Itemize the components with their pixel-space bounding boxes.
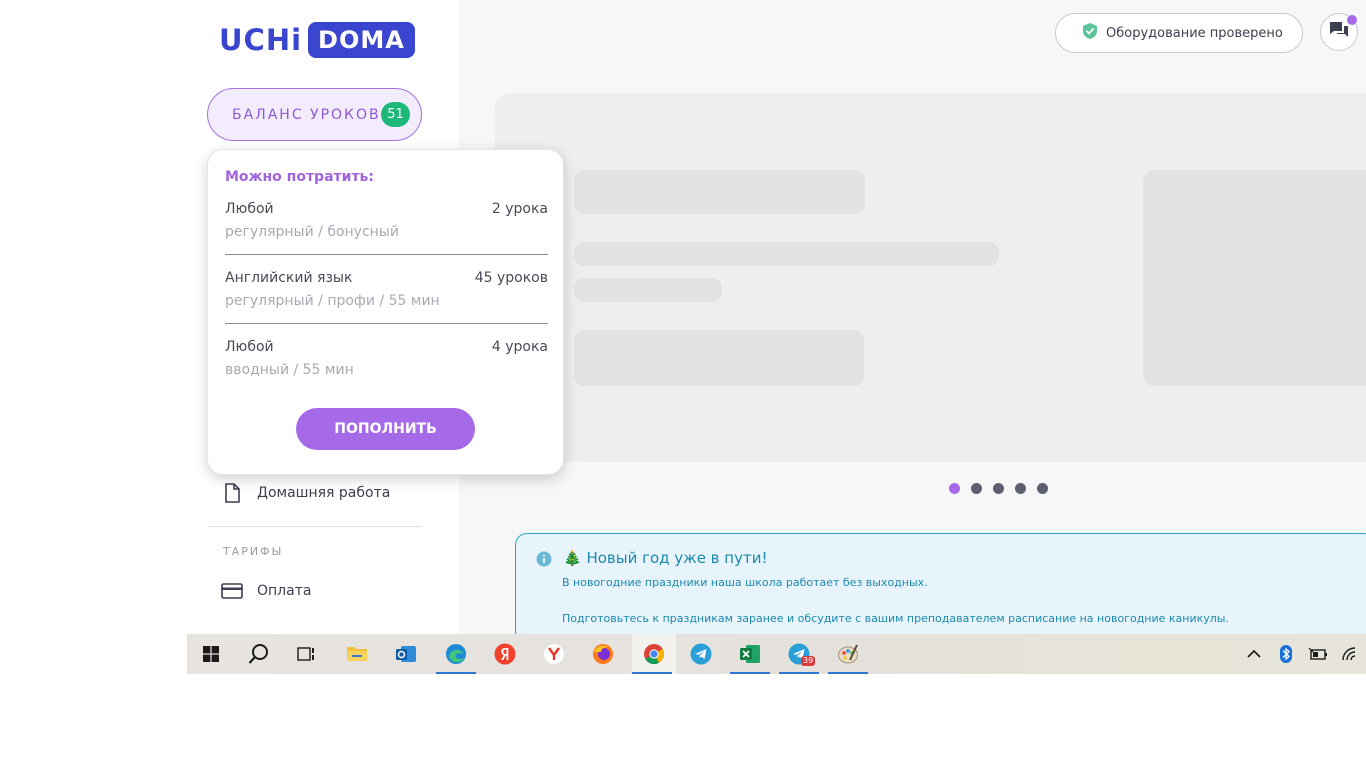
telegram-icon	[690, 643, 712, 665]
search-icon	[248, 644, 268, 664]
lesson-subject: Любой	[225, 201, 274, 217]
logo-doma-text: DOMA	[308, 22, 415, 58]
search-button[interactable]	[239, 634, 279, 674]
chat-button[interactable]	[1320, 13, 1358, 51]
wifi-icon	[1342, 647, 1356, 661]
taskbar-excel[interactable]	[730, 634, 770, 674]
taskbar-file-explorer[interactable]	[337, 634, 377, 674]
carousel-dot[interactable]	[971, 483, 982, 494]
lesson-balance-button[interactable]: БАЛАНС УРОКОВ 51	[207, 88, 422, 141]
lesson-count: 2 урока	[491, 201, 548, 217]
lesson-subject: Любой	[225, 339, 274, 355]
lesson-divider	[225, 254, 548, 255]
sidebar-item-payment-label: Оплата	[257, 583, 312, 599]
skeleton-block	[574, 170, 865, 214]
taskbar-telegram[interactable]	[681, 634, 721, 674]
taskbar-chrome[interactable]	[632, 634, 676, 674]
taskbar-telegram-2[interactable]: 39	[779, 634, 819, 674]
outlook-icon	[396, 646, 416, 662]
equipment-status-text: Оборудование проверено	[1106, 25, 1283, 41]
taskbar-firefox[interactable]	[583, 634, 623, 674]
carousel-dot[interactable]	[1015, 483, 1026, 494]
skeleton-image	[1143, 170, 1366, 386]
taskbar-yandex-browser[interactable]	[534, 634, 574, 674]
skeleton-line	[574, 278, 722, 302]
skeleton-line	[574, 242, 999, 266]
lesson-balance-label: БАЛАНС УРОКОВ	[232, 106, 381, 123]
battery-icon	[1308, 647, 1327, 660]
task-view-icon	[297, 647, 314, 661]
lesson-balance-item: Английский язык 45 уроков регулярный / пр…	[225, 270, 548, 309]
notice-text-line: В новогодние праздники наша школа работа…	[562, 576, 928, 589]
info-icon	[536, 551, 552, 571]
yandex-icon	[494, 643, 516, 665]
equipment-check-button[interactable]: Оборудование проверено	[1055, 13, 1303, 53]
lesson-balance-item: Любой 2 урока регулярный / бонусный	[225, 201, 548, 240]
logo-uchi-text: UCHi	[219, 23, 303, 57]
refill-button[interactable]: ПОПОЛНИТЬ	[296, 408, 475, 450]
chat-notification-dot	[1347, 15, 1357, 25]
taskbar: 39	[187, 634, 1366, 674]
taskbar-outlook[interactable]	[386, 634, 426, 674]
popup-title: Можно потратить:	[225, 169, 375, 185]
document-icon	[221, 482, 243, 504]
notice-title: 🎄 Новый год уже в пути!	[563, 549, 768, 567]
sidebar-divider	[207, 526, 422, 527]
yandex-browser-icon	[543, 643, 565, 665]
start-button[interactable]	[191, 634, 231, 674]
notice-text-line: Подготовьтесь к праздникам заранее и обс…	[562, 612, 1229, 625]
skeleton-block	[574, 330, 864, 386]
excel-icon	[740, 645, 760, 663]
tray-wifi[interactable]	[1330, 634, 1366, 674]
lesson-details: регулярный / бонусный	[225, 224, 399, 240]
firefox-icon	[593, 644, 613, 664]
chrome-icon	[644, 644, 665, 665]
shield-check-icon	[1082, 22, 1098, 44]
task-view-button[interactable]	[287, 634, 327, 674]
credit-card-icon	[221, 580, 243, 602]
taskbar-paint[interactable]	[828, 634, 868, 674]
lesson-balance-count-badge: 51	[381, 102, 410, 127]
lesson-details: регулярный / профи / 55 мин	[225, 293, 440, 309]
lesson-count: 4 урока	[491, 339, 548, 355]
carousel-dot[interactable]	[949, 483, 960, 494]
taskbar-edge[interactable]	[436, 634, 476, 674]
lesson-details: вводный / 55 мин	[225, 362, 354, 378]
telegram-unread-badge: 39	[801, 656, 816, 666]
carousel-dots	[949, 483, 1059, 494]
chevron-up-icon	[1247, 649, 1261, 658]
logo[interactable]: UCHi DOMA	[219, 22, 415, 58]
taskbar-yandex[interactable]	[485, 634, 525, 674]
sidebar-item-homework-label: Домашняя работа	[257, 485, 391, 501]
chat-icon	[1329, 21, 1349, 43]
sidebar-item-payment[interactable]: Оплата	[221, 580, 311, 602]
windows-icon	[203, 646, 219, 662]
lesson-balance-item: Любой 4 урока вводный / 55 мин	[225, 339, 548, 378]
holiday-notice: 🎄 Новый год уже в пути! В новогодние пра…	[515, 533, 1366, 643]
promo-banner-skeleton	[495, 93, 1366, 462]
sidebar-item-homework[interactable]: Домашняя работа	[221, 482, 390, 504]
lesson-count: 45 уроков	[474, 270, 548, 286]
carousel-dot[interactable]	[993, 483, 1004, 494]
paint-palette-icon	[838, 644, 858, 664]
lesson-balance-popup: Можно потратить: Любой 2 урока регулярный…	[207, 149, 564, 475]
carousel-dot[interactable]	[1037, 483, 1048, 494]
lesson-divider	[225, 323, 548, 324]
bluetooth-icon	[1280, 645, 1292, 663]
section-label-tariffs: ТАРИФЫ	[223, 545, 284, 558]
main-content: Оборудование проверено 🎄 Новый год уже в…	[459, 0, 1366, 643]
edge-icon	[446, 644, 466, 664]
folder-icon	[347, 647, 367, 661]
lesson-subject: Английский язык	[225, 270, 353, 286]
app-window: UCHi DOMA БАЛАНС УРОКОВ 51 Домашняя рабо…	[0, 0, 1366, 768]
